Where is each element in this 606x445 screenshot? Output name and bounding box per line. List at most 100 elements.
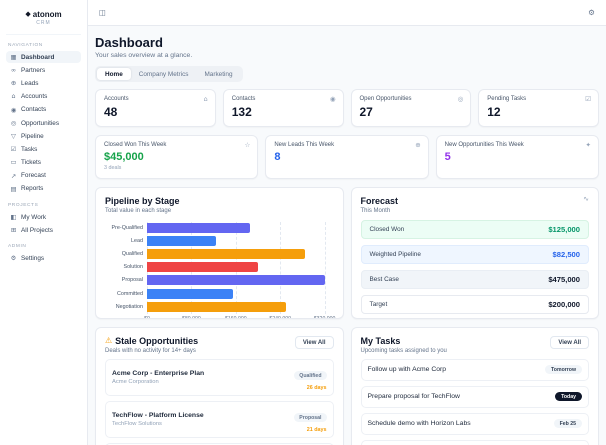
closed-won-card[interactable]: Closed Won This Week $45,000 3 deals ☆ <box>95 135 259 179</box>
stat-cards-row: Accounts 48 ⌂ Contacts 132 ◉ Open Opport… <box>95 89 599 127</box>
chart-bar-solution[interactable] <box>147 262 258 273</box>
panel-subtitle: Total value in each stage <box>105 207 172 214</box>
pipeline-chart: Pre-Qualified Lead Qualified Solution Propos… <box>105 221 336 319</box>
highlight-value: 8 <box>274 151 281 163</box>
tab-company-metrics[interactable]: Company Metrics <box>131 68 197 80</box>
reports-icon: ▤ <box>10 184 17 193</box>
sidebar-item-leads[interactable]: ⊕ Leads <box>6 77 81 89</box>
new-leads-card[interactable]: New Leads This Week 8 ⊕ <box>265 135 429 179</box>
forecast-label: Best Case <box>369 275 399 283</box>
sidebar-item-tickets[interactable]: ▭ Tickets <box>6 157 81 169</box>
pipeline-icon: ▽ <box>11 132 16 141</box>
sidebar-item-label: My Work <box>21 213 47 221</box>
chart-bar-qualified[interactable] <box>147 249 306 260</box>
sidebar-item-settings[interactable]: ⚙ Settings <box>6 252 81 264</box>
panel-subtitle: Deals with no activity for 14+ days <box>105 347 196 354</box>
dashboard-icon: ▦ <box>10 52 17 61</box>
page-subtitle: Your sales overview at a glance. <box>95 52 193 59</box>
middle-row: Pipeline by Stage Total value in each st… <box>95 187 599 319</box>
stale-opportunity-row[interactable]: TechFlow - Platform License TechFlow Sol… <box>105 400 334 438</box>
panel-subtitle: This Month <box>360 207 391 214</box>
sidebar-item-accounts[interactable]: ⌂ Accounts <box>6 91 81 103</box>
task-row[interactable]: Follow up with Acme Corp Tomorrow <box>360 358 589 381</box>
sidebar-item-reports[interactable]: ▤ Reports <box>6 183 81 195</box>
forecast-row-best-case: Best Case $475,000 <box>360 269 589 289</box>
opportunities-icon: ◎ <box>10 118 17 127</box>
stat-value: 132 <box>231 105 252 119</box>
sidebar-item-label: Accounts <box>21 93 48 101</box>
highlight-value: $45,000 <box>104 151 144 163</box>
view-all-button[interactable]: View All <box>294 336 334 349</box>
warning-icon: ⚠ <box>105 336 113 345</box>
sidebar: ◆ atonom CRM Navigation ▦ Dashboard ∞ Pa… <box>0 0 88 445</box>
stale-title-text: Stale Opportunities <box>115 336 199 346</box>
stage-badge: Proposal <box>294 413 327 422</box>
forecast-value: $82,500 <box>552 249 580 259</box>
forecast-value: $200,000 <box>548 299 580 309</box>
tab-home[interactable]: Home <box>97 68 131 80</box>
sidebar-section-projects: Projects <box>8 203 39 209</box>
due-badge: Feb 25 <box>553 419 582 428</box>
due-badge: Tomorrow <box>545 365 582 374</box>
forecast-label: Target <box>369 300 388 308</box>
sidebar-item-tasks[interactable]: ☑ Tasks <box>6 143 81 155</box>
chart-row: Solution <box>124 261 334 274</box>
highlight-cards-row: Closed Won This Week $45,000 3 deals ☆ N… <box>95 135 599 179</box>
chart-category-label: Proposal <box>121 277 143 284</box>
chart-bar-committed[interactable] <box>147 288 234 299</box>
brand-sub: CRM <box>36 20 51 26</box>
chart-bar-negotiation[interactable] <box>147 301 286 312</box>
stat-label: Accounts <box>104 96 129 102</box>
sidebar-item-pipeline[interactable]: ▽ Pipeline <box>6 130 81 142</box>
stat-card-accounts[interactable]: Accounts 48 ⌂ <box>95 89 216 127</box>
chart-bar-proposal[interactable] <box>147 275 325 286</box>
task-row[interactable]: Schedule demo with Horizon Labs Feb 25 <box>360 412 589 435</box>
sidebar-item-all-projects[interactable]: ⊞ All Projects <box>6 224 81 236</box>
task-row[interactable]: Prepare proposal for TechFlow Today <box>360 385 589 408</box>
stale-opportunity-row[interactable]: Acme Corp - Enterprise Plan Acme Corpora… <box>105 358 334 396</box>
forecast-row-closed-won: Closed Won $125,000 <box>360 219 589 239</box>
axis-tick-label: $160,000 <box>224 315 247 319</box>
tab-marketing[interactable]: Marketing <box>196 68 240 80</box>
panel-subtitle: Upcoming tasks assigned to you <box>360 347 447 354</box>
axis-tick-label: $240,000 <box>269 315 292 319</box>
brand-logo: ◆ atonom CRM <box>6 7 81 35</box>
sidebar-item-label: Pipeline <box>21 132 44 140</box>
sidebar-item-label: Reports <box>21 185 44 193</box>
sidebar-item-label: Leads <box>21 79 39 87</box>
chart-category-label: Lead <box>131 238 143 245</box>
chart-bar-lead[interactable] <box>147 236 217 247</box>
new-opportunities-card[interactable]: New Opportunities This Week 5 ✦ <box>435 135 599 179</box>
stat-card-open-opportunities[interactable]: Open Opportunities 27 ◎ <box>350 89 472 127</box>
page-title: Dashboard <box>95 35 163 50</box>
highlight-subtext: 3 deals <box>104 165 122 171</box>
sidebar-item-label: Settings <box>21 255 45 263</box>
sidebar-item-label: Opportunities <box>21 119 60 127</box>
sidebar-item-opportunities[interactable]: ◎ Opportunities <box>6 117 81 129</box>
panel-title: Forecast <box>360 196 399 206</box>
axis-tick-label: $80,000 <box>182 315 201 319</box>
chart-row: Committed <box>117 287 334 300</box>
sidebar-item-dashboard[interactable]: ▦ Dashboard <box>6 51 81 64</box>
task-title: Schedule demo with Horizon Labs <box>367 420 471 427</box>
gear-icon[interactable]: ⚙ <box>588 9 595 17</box>
axis-tick-label: $320,000 <box>313 315 336 319</box>
stat-label: Contacts <box>231 96 256 102</box>
panel-left-icon[interactable]: ◫ <box>99 9 106 17</box>
leads-icon: ⊕ <box>10 79 17 88</box>
pipeline-chart-axis: $0 $80,000 $160,000 $240,000 $320,000 <box>144 315 336 319</box>
task-row[interactable]: Review contract terms - Pinnacle Feb 27 <box>360 439 589 445</box>
days-stale: 26 days <box>306 384 327 391</box>
stat-card-pending-tasks[interactable]: Pending Tasks 12 ☑ <box>478 89 599 127</box>
panel-title: Pipeline by Stage <box>105 196 180 206</box>
chart-category-label: Solution <box>123 264 143 271</box>
sidebar-item-contacts[interactable]: ◉ Contacts <box>6 104 81 116</box>
sidebar-item-forecast[interactable]: ↗ Forecast <box>6 170 81 182</box>
sidebar-item-my-work[interactable]: ◧ My Work <box>6 211 81 223</box>
sidebar-item-partners[interactable]: ∞ Partners <box>6 64 81 76</box>
chart-bar-pre-qualified[interactable] <box>147 223 250 234</box>
stat-card-contacts[interactable]: Contacts 132 ◉ <box>222 89 344 127</box>
view-all-button[interactable]: View All <box>550 336 589 349</box>
sidebar-item-label: Tasks <box>21 145 38 153</box>
chart-category-label: Committed <box>116 290 143 297</box>
